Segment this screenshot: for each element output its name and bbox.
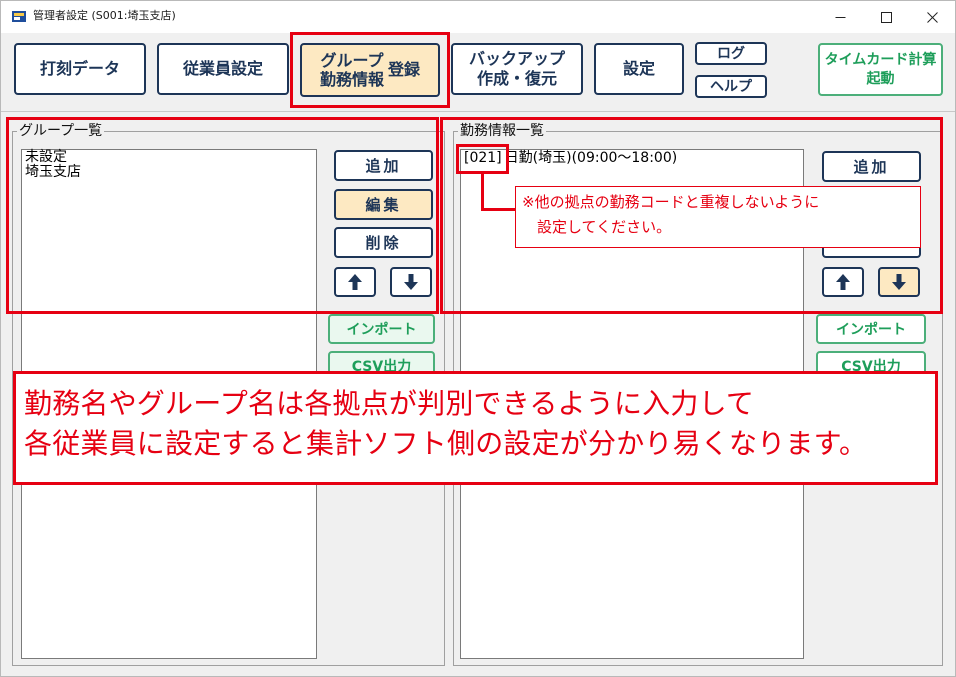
- highlight-toolbar-button: [290, 32, 450, 108]
- close-icon: [926, 11, 938, 23]
- launch-label: 起動: [866, 70, 895, 87]
- close-button[interactable]: [909, 1, 955, 33]
- work-import-button[interactable]: インポート: [816, 314, 926, 344]
- restore-label: 作成・復元: [476, 69, 557, 88]
- app-icon: [12, 11, 26, 22]
- highlight-work-code: [456, 144, 509, 174]
- stamp-data-button[interactable]: 打刻データ: [14, 43, 146, 95]
- highlight-group-panel: [6, 117, 439, 314]
- minimize-button[interactable]: [817, 1, 863, 33]
- log-label: ログ: [717, 45, 745, 62]
- timecard-launch-button[interactable]: タイムカード計算 起動: [818, 43, 943, 96]
- toolbar-divider: [1, 111, 955, 112]
- settings-button[interactable]: 設定: [594, 43, 684, 95]
- app-window: 管理者設定 (S001:埼玉支店) 打刻データ 従業員設定 グループ 勤務情報 …: [0, 0, 956, 677]
- group-import-label: インポート: [346, 322, 417, 338]
- title-bar: 管理者設定 (S001:埼玉支店): [1, 1, 955, 33]
- callout-leader-horizontal: [481, 208, 516, 211]
- callout-leader-vertical: [481, 173, 484, 211]
- backup-label: バックアップ: [468, 49, 565, 68]
- timecard-label: タイムカード計算: [824, 51, 937, 68]
- minimize-icon: [835, 16, 845, 18]
- employee-settings-button[interactable]: 従業員設定: [157, 43, 289, 95]
- settings-label: 設定: [622, 59, 655, 78]
- duplicate-code-callout: ※他の拠点の勤務コードと重複しないように 設定してください。: [515, 186, 921, 248]
- stamp-data-label: 打刻データ: [39, 59, 120, 78]
- window-title: 管理者設定 (S001:埼玉支店): [33, 9, 176, 22]
- maximize-icon: [880, 11, 892, 23]
- instruction-banner: 勤務名やグループ名は各拠点が判別できるように入力して 各従業員に設定すると集計ソ…: [13, 371, 938, 485]
- backup-restore-button[interactable]: バックアップ 作成・復元: [451, 43, 583, 95]
- work-import-label: インポート: [836, 322, 906, 338]
- maximize-button[interactable]: [863, 1, 909, 33]
- help-label: ヘルプ: [710, 78, 752, 95]
- log-button[interactable]: ログ: [695, 42, 767, 65]
- group-import-button[interactable]: インポート: [328, 314, 435, 344]
- employee-settings-label: 従業員設定: [182, 59, 263, 78]
- help-button[interactable]: ヘルプ: [695, 75, 767, 98]
